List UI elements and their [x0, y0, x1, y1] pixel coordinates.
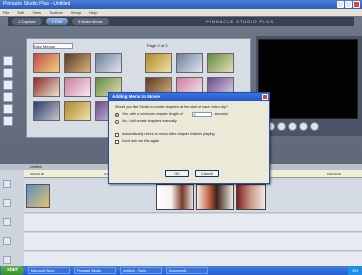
- track-icons: [3, 180, 19, 275]
- audio-track-icon[interactable]: [3, 237, 11, 245]
- menu-thumbnail[interactable]: [64, 53, 91, 73]
- menu-thumbnail[interactable]: [207, 53, 234, 73]
- menu-edit[interactable]: Edit: [17, 10, 24, 15]
- mode-bar: 1 Capture 2 Edit 3 Make Movie PINNACLE S…: [8, 17, 354, 26]
- menu-thumbnail[interactable]: [64, 77, 91, 97]
- dialog-titlebar: Adding Menu to Movie: [109, 93, 269, 101]
- video-track[interactable]: [24, 180, 362, 213]
- album-page-label: Page 2 of 3: [147, 43, 168, 48]
- brand-label: PINNACLE STUDIO PLUS: [206, 19, 274, 24]
- return-to-menu-label: Automatically return to menu after chapt…: [122, 132, 215, 136]
- menu-thumbnail[interactable]: [145, 53, 172, 73]
- menu-setup[interactable]: Setup: [71, 10, 81, 15]
- titles-tab-icon[interactable]: [3, 80, 13, 90]
- taskbar-item[interactable]: Pinnacle Studio: [73, 267, 116, 274]
- album-category-select[interactable]: Disc Menus: [33, 43, 73, 49]
- disc-menus-tab-icon[interactable]: [3, 104, 13, 114]
- option-yes-label: Yes, with a minimum chapter length of: [122, 112, 183, 116]
- transitions-tab-icon[interactable]: [3, 68, 13, 78]
- dialog-close-button[interactable]: [262, 94, 268, 100]
- photos-tab-icon[interactable]: [3, 92, 13, 102]
- dont-ask-row: Don't ask me this again: [115, 139, 263, 144]
- title-track-icon[interactable]: [3, 218, 11, 226]
- maximize-button[interactable]: [345, 1, 352, 8]
- option-yes-radio[interactable]: [115, 112, 119, 117]
- video-tab-icon[interactable]: [3, 56, 13, 66]
- preview-screen: [258, 39, 358, 119]
- ruler-tick: 0:00:40.00: [326, 171, 341, 176]
- title-track[interactable]: [24, 233, 362, 251]
- forward-icon[interactable]: [299, 122, 308, 131]
- menu-thumbnail[interactable]: [95, 53, 122, 73]
- video-clip[interactable]: [196, 184, 234, 210]
- player-controls: [266, 122, 319, 131]
- video-clip[interactable]: [236, 184, 266, 210]
- option-yes-unit: seconds: [214, 112, 228, 116]
- sound-tab-icon[interactable]: [3, 116, 13, 126]
- adding-menu-dialog: Adding Menu to Movie Would you like Stud…: [108, 92, 270, 184]
- taskbar: start Microsoft Word Pinnacle Studio Unt…: [0, 266, 362, 275]
- overlay-track[interactable]: [24, 214, 362, 232]
- dont-ask-label: Don't ask me this again: [122, 139, 160, 143]
- window-titlebar: Pinnacle Studio Plus - Untitled: [0, 0, 362, 9]
- menu-bar: File Edit View Toolbox Setup Help: [0, 9, 362, 16]
- menu-clip[interactable]: [26, 184, 50, 208]
- taskbar-item[interactable]: Untitled - Paint: [119, 267, 162, 274]
- window-title: Pinnacle Studio Plus - Untitled: [3, 1, 71, 7]
- fullscreen-icon[interactable]: [310, 122, 319, 131]
- option-no-row: No, I will create chapters manually: [115, 119, 263, 124]
- minimize-button[interactable]: [337, 1, 344, 8]
- tab-capture[interactable]: 1 Capture: [12, 18, 42, 25]
- return-to-menu-row: Automatically return to menu after chapt…: [115, 132, 263, 137]
- return-to-menu-checkbox[interactable]: [115, 132, 119, 137]
- dont-ask-checkbox[interactable]: [115, 139, 119, 144]
- close-button[interactable]: [353, 1, 360, 8]
- menu-thumbnail[interactable]: [33, 101, 60, 121]
- menu-view[interactable]: View: [32, 10, 41, 15]
- dialog-title: Adding Menu to Movie: [112, 94, 160, 99]
- menu-toolbox[interactable]: Toolbox: [49, 10, 63, 15]
- menu-help[interactable]: Help: [89, 10, 97, 15]
- system-tray: EN: [348, 266, 362, 275]
- taskbar-item[interactable]: Document1: [165, 267, 208, 274]
- chapter-length-input[interactable]: 4: [191, 112, 212, 117]
- music-track-icon[interactable]: [3, 256, 11, 264]
- cancel-button[interactable]: Cancel: [195, 170, 219, 177]
- album-tools: [3, 56, 15, 128]
- dialog-buttons: OK Cancel: [165, 170, 219, 177]
- option-no-radio[interactable]: [115, 119, 119, 124]
- option-yes-row: Yes, with a minimum chapter length of 4 …: [115, 112, 263, 117]
- video-clip[interactable]: [156, 184, 194, 210]
- menu-file[interactable]: File: [3, 10, 9, 15]
- menu-thumbnail[interactable]: [176, 53, 203, 73]
- album-category: Disc Menus: [34, 44, 55, 49]
- pause-icon[interactable]: [288, 122, 297, 131]
- option-no-label: No, I will create chapters manually: [122, 119, 177, 123]
- video-clips: [156, 184, 266, 210]
- video-track-icon[interactable]: [3, 180, 11, 188]
- menu-thumbnail[interactable]: [33, 77, 60, 97]
- player-panel: [256, 36, 362, 136]
- taskbar-item[interactable]: Microsoft Word: [27, 267, 70, 274]
- ruler-tick: 0:00:00.00: [30, 171, 45, 176]
- overlay-track-icon[interactable]: [3, 199, 11, 207]
- tab-edit[interactable]: 2 Edit: [45, 18, 68, 25]
- dialog-question: Would you like Studio to create chapters…: [115, 105, 229, 109]
- menu-thumbnail[interactable]: [33, 53, 60, 73]
- play-icon[interactable]: [277, 122, 286, 131]
- start-button[interactable]: start: [1, 266, 24, 275]
- dialog-body: Would you like Studio to create chapters…: [109, 101, 269, 148]
- window-controls: [337, 1, 360, 8]
- project-name: Untitled: [30, 165, 42, 169]
- menu-thumbnail[interactable]: [64, 101, 91, 121]
- ok-button[interactable]: OK: [165, 170, 189, 177]
- album-right-page: [145, 53, 234, 97]
- tab-make-movie[interactable]: 3 Make Movie: [71, 18, 109, 25]
